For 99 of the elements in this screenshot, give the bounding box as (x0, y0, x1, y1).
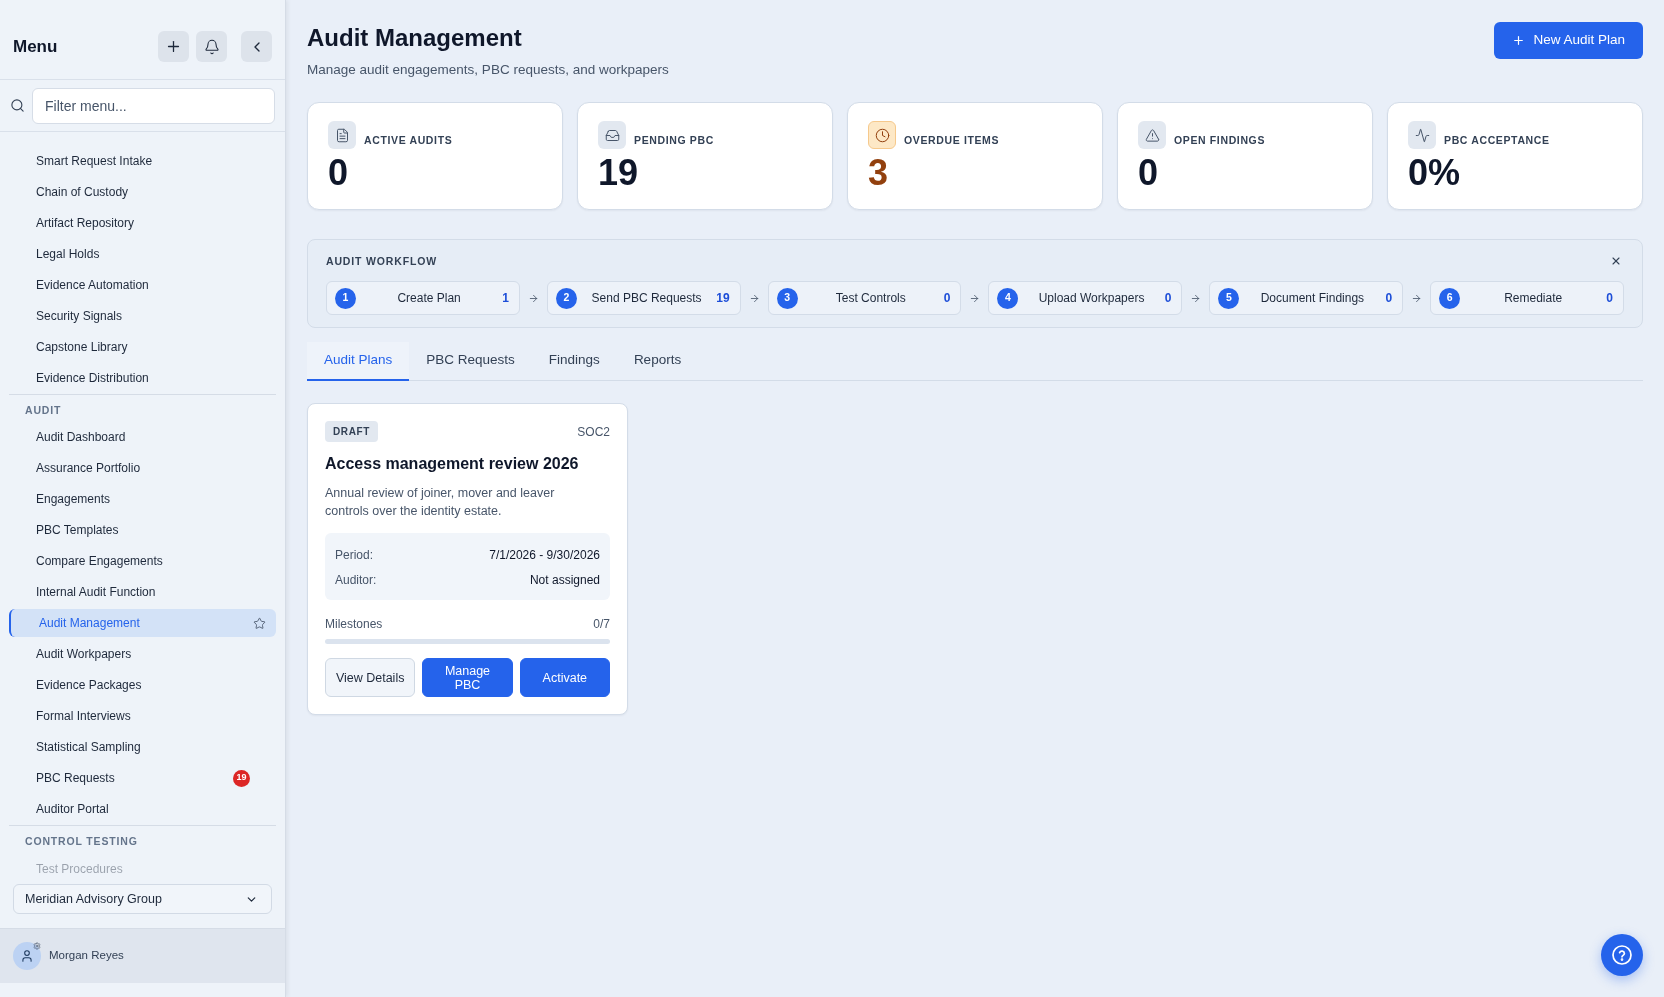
tab[interactable]: Reports (616, 342, 699, 381)
sidebar-item[interactable]: Legal Holds (9, 239, 276, 268)
sidebar-item[interactable]: Security Signals (9, 301, 276, 330)
stat-label: PENDING PBC (634, 134, 714, 147)
arrow-icon (527, 292, 539, 304)
filter-menu-field[interactable]: Filter menu... (32, 87, 275, 124)
section-heading: CONTROL TESTING (25, 835, 138, 848)
sidebar-item[interactable]: Audit Workpapers (9, 640, 276, 668)
workflow-title: AUDIT WORKFLOW (326, 254, 437, 269)
sidebar-item[interactable]: Auditor Portal (9, 795, 276, 823)
inbox-icon (598, 121, 626, 149)
count-badge: 19 (233, 769, 250, 787)
notifications-button[interactable] (196, 31, 227, 62)
clock-icon (868, 121, 896, 149)
milestones-reading: 0/7 (593, 616, 610, 632)
sidebar-item[interactable]: PBC Templates (9, 516, 276, 544)
close-icon[interactable] (1610, 255, 1622, 267)
new-audit-plan-button[interactable]: New Audit Plan (1494, 22, 1643, 59)
add-button[interactable] (158, 31, 189, 62)
stat-value: 0 (328, 153, 349, 193)
arrow-icon (748, 292, 760, 304)
step-number: 1 (335, 287, 356, 309)
star-icon[interactable] (253, 616, 266, 630)
step-number: 6 (1439, 287, 1461, 309)
sidebar-item[interactable]: Internal Audit Function (9, 578, 276, 606)
workflow-step[interactable]: 2 Send PBC Requests 19 (546, 281, 741, 315)
tab[interactable]: Findings (531, 342, 617, 381)
workflow-step[interactable]: 6 Remediate 0 (1430, 281, 1624, 315)
workflow-step[interactable]: 4 Upload Workpapers 0 (988, 281, 1183, 315)
bell-icon (203, 38, 220, 55)
detail-label: Period: (335, 547, 374, 564)
organization-select[interactable]: Meridian Advisory Group (13, 884, 272, 914)
detail-value: 7/1/2026 - 9/30/2026 (489, 547, 600, 564)
status-badge: DRAFT (325, 421, 378, 442)
framework-label: SOC2 (577, 423, 610, 441)
menu-title: Menu (13, 35, 59, 58)
sidebar-item[interactable]: Evidence Packages (9, 671, 276, 699)
user-name: Morgan Reyes (49, 948, 124, 964)
sidebar-item[interactable]: Evidence Distribution (9, 363, 276, 392)
detail-value: Not assigned (529, 572, 600, 589)
tab[interactable]: Audit Plans (307, 342, 410, 381)
step-count: 0 (1164, 290, 1172, 307)
help-button[interactable] (1601, 934, 1643, 976)
step-count: 1 (502, 290, 509, 307)
plan-action-button[interactable]: View Details (325, 658, 416, 697)
arrow-icon (1190, 292, 1202, 304)
sidebar-item[interactable]: Artifact Repository (9, 208, 276, 237)
stat-label: OVERDUE ITEMS (904, 134, 1000, 147)
search-icon (10, 98, 25, 113)
step-count: 19 (716, 290, 730, 307)
step-count: 0 (943, 290, 951, 307)
sidebar-item[interactable]: Audit Management (9, 609, 276, 637)
plus-icon (1512, 34, 1526, 47)
arrow-icon (969, 292, 981, 304)
plan-description: Annual review of joiner, mover and leaver controls over the identity estate. (325, 485, 556, 520)
document-icon (328, 121, 356, 149)
plan-action-button[interactable]: Activate (519, 658, 610, 697)
step-count: 0 (1385, 290, 1393, 307)
sidebar-item[interactable]: Formal Interviews (9, 702, 276, 730)
step-number: 4 (997, 287, 1019, 309)
sidebar-item[interactable]: Capstone Library (9, 332, 276, 361)
help-icon (1612, 945, 1632, 965)
avatar-icon[interactable] (13, 942, 41, 970)
sidebar-item[interactable]: Assurance Portfolio (9, 454, 276, 482)
stat-label: ACTIVE AUDITS (364, 134, 453, 147)
workflow-step[interactable]: 5 Document Findings 0 (1209, 281, 1404, 315)
sidebar-item[interactable]: Smart Request Intake (9, 146, 276, 175)
plan-action-button[interactable]: Manage PBC (422, 658, 513, 697)
plus-icon (165, 38, 182, 55)
step-number: 2 (555, 287, 577, 309)
detail-label: Auditor: (335, 572, 377, 589)
plan-title: Access management review 2026 (325, 454, 580, 474)
workflow-step[interactable]: 1 Create Plan 1 (326, 281, 520, 315)
milestones-label: Milestones (325, 616, 383, 632)
collapse-button[interactable] (241, 31, 272, 62)
workflow-step[interactable]: 3 Test Controls 0 (767, 281, 962, 315)
step-number: 3 (776, 287, 798, 309)
sidebar-item[interactable]: Chain of Custody (9, 177, 276, 206)
sidebar-item[interactable]: Evidence Automation (9, 270, 276, 299)
stat-label: PBC ACCEPTANCE (1444, 134, 1550, 147)
step-count: 0 (1606, 290, 1613, 307)
stat-value: 3 (868, 153, 889, 193)
step-number: 5 (1218, 287, 1240, 309)
warning-icon (1138, 121, 1166, 149)
tab[interactable]: PBC Requests (409, 342, 532, 381)
pulse-icon (1408, 121, 1436, 149)
sidebar-item[interactable]: Audit Dashboard (9, 423, 276, 451)
sidebar-item[interactable]: Engagements (9, 485, 276, 513)
stat-value: 0% (1408, 153, 1461, 193)
sidebar-item[interactable]: Compare Engagements (9, 547, 276, 575)
stat-value: 19 (598, 153, 639, 193)
stat-label: OPEN FINDINGS (1174, 134, 1266, 147)
page-subtitle: Manage audit engagements, PBC requests, and workpapers (307, 61, 669, 79)
sidebar-item[interactable]: Statistical Sampling (9, 733, 276, 761)
arrow-icon (1411, 292, 1423, 304)
stat-value: 0 (1138, 153, 1159, 193)
sidebar-item[interactable]: PBC Requests 19 (9, 764, 276, 792)
page-title: Audit Management (307, 23, 522, 53)
section-heading: AUDIT (25, 403, 62, 417)
